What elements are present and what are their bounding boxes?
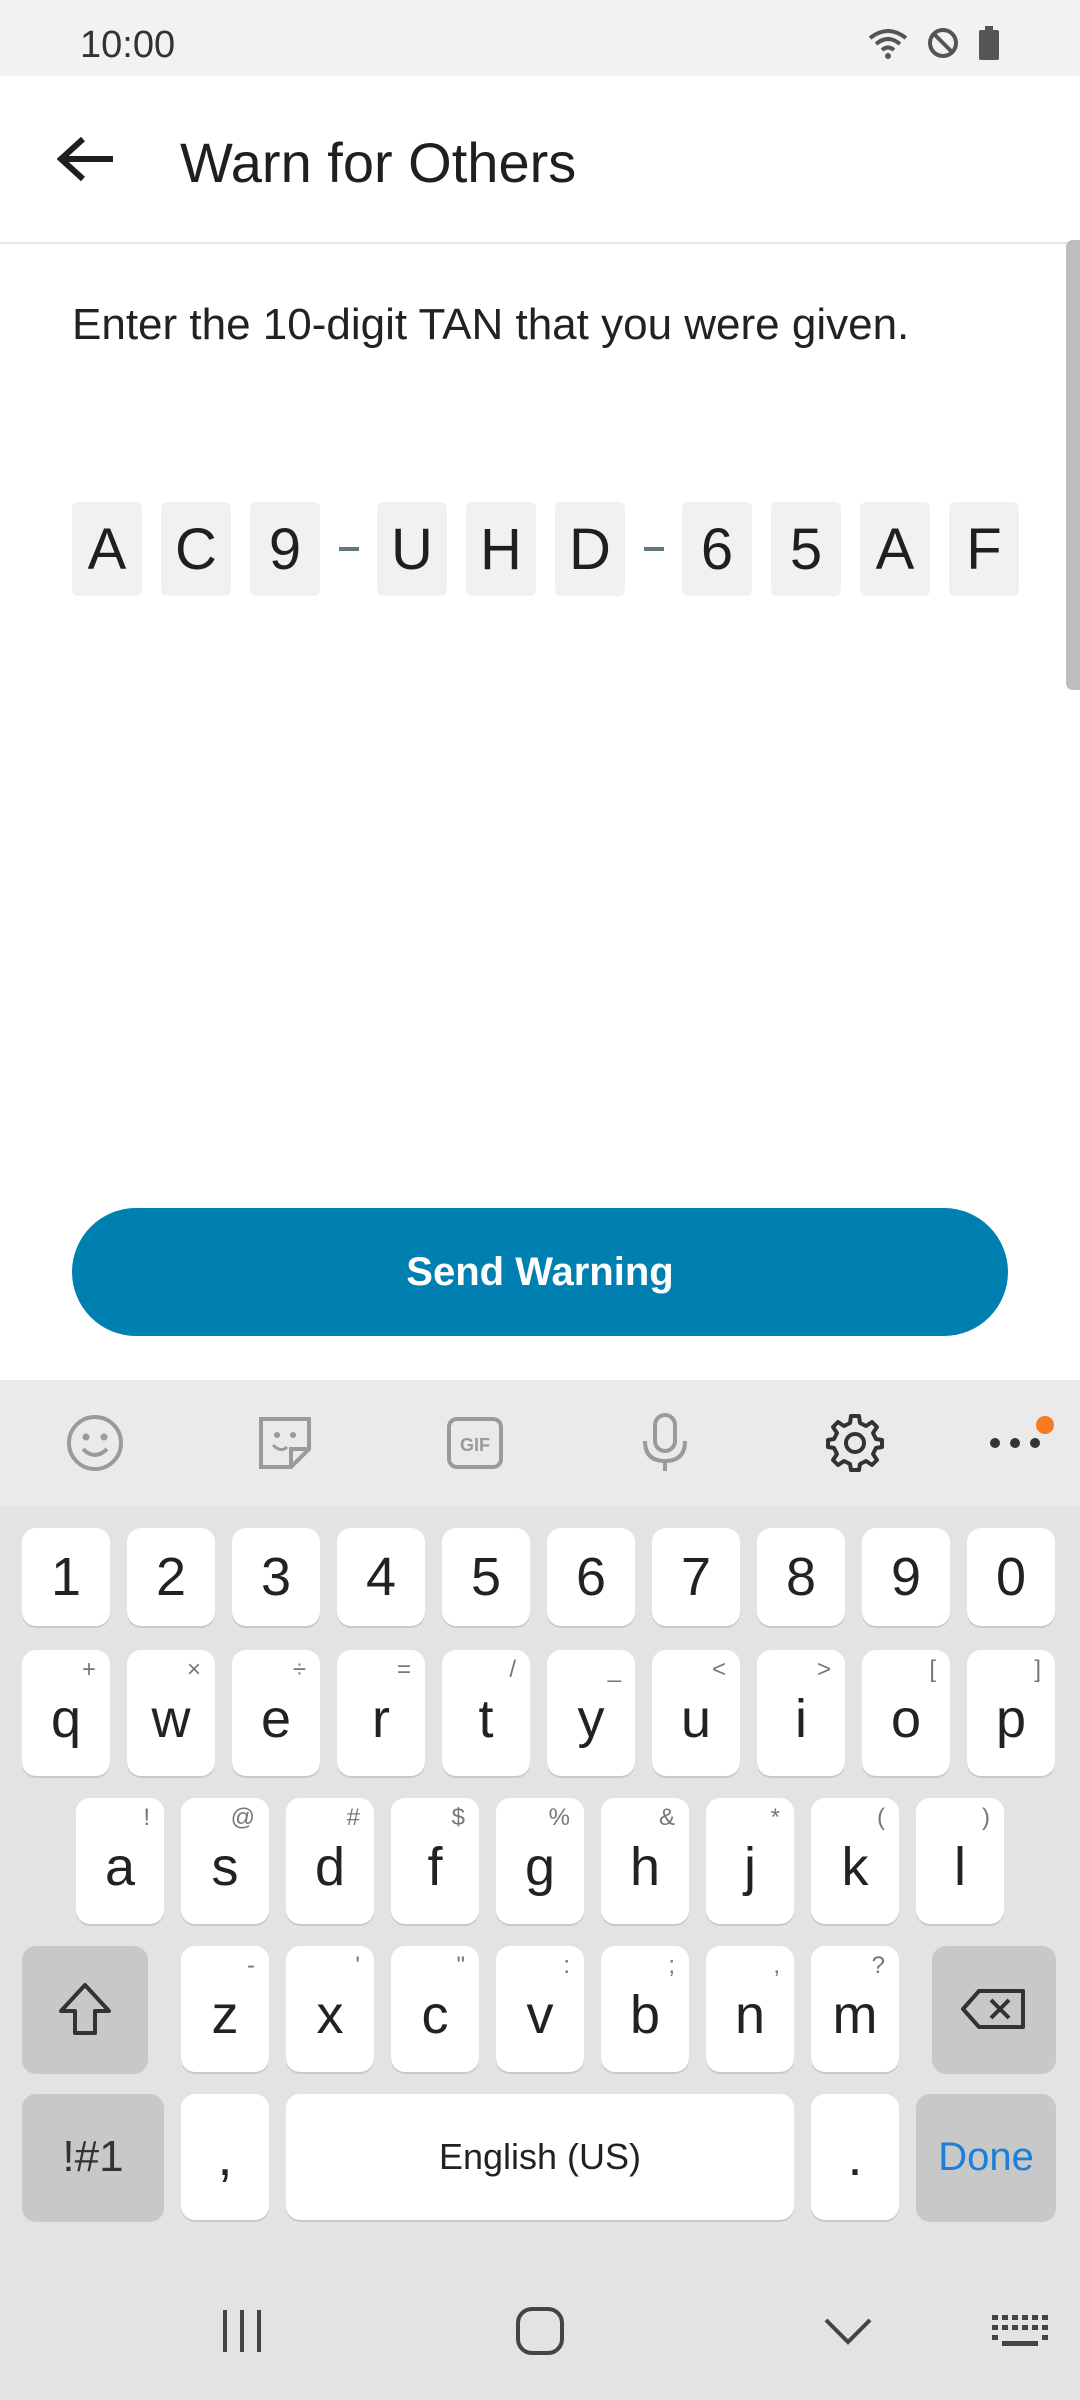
backspace-key[interactable]: [932, 1946, 1056, 2072]
do-not-disturb-icon: [928, 28, 958, 58]
key-5[interactable]: 5: [442, 1528, 530, 1626]
symbols-key[interactable]: !#1: [22, 2094, 164, 2220]
sticker-icon[interactable]: [250, 1408, 320, 1478]
tan-char-7[interactable]: 6: [682, 502, 752, 596]
tan-char-2[interactable]: C: [161, 502, 231, 596]
key-n[interactable]: ,n: [706, 1946, 794, 2072]
tan-char-3[interactable]: 9: [250, 502, 320, 596]
tan-char-1[interactable]: A: [72, 502, 142, 596]
status-bar: 10:00: [0, 0, 1080, 76]
key-3[interactable]: 3: [232, 1528, 320, 1626]
done-key[interactable]: Done: [916, 2094, 1056, 2220]
key-e[interactable]: ÷ e: [232, 1650, 320, 1776]
key-h[interactable]: & h: [601, 1798, 689, 1924]
key-u[interactable]: < u: [652, 1650, 740, 1776]
key-6[interactable]: 6: [547, 1528, 635, 1626]
key-d[interactable]: # d: [286, 1798, 374, 1924]
backspace-icon: [961, 1989, 1025, 2029]
comma-key[interactable]: ,: [181, 2094, 269, 2220]
chevron-down-icon: [824, 2318, 872, 2345]
key-l[interactable]: ) l: [916, 1798, 1004, 1924]
key-y[interactable]: _ y: [547, 1650, 635, 1776]
key-7[interactable]: 7: [652, 1528, 740, 1626]
send-warning-button[interactable]: Send Warning: [72, 1208, 1008, 1336]
key-j[interactable]: * j: [706, 1798, 794, 1924]
period-key[interactable]: .: [811, 2094, 899, 2220]
keyboard-switch-button[interactable]: [980, 2296, 1060, 2366]
key-p[interactable]: ] p: [967, 1650, 1055, 1776]
shift-key[interactable]: [22, 1946, 148, 2072]
key-o[interactable]: [o: [862, 1650, 950, 1776]
key-w[interactable]: × w: [127, 1650, 215, 1776]
arrow-back-icon: [57, 136, 113, 182]
tan-char-6[interactable]: D: [555, 502, 625, 596]
key-k[interactable]: (k: [811, 1798, 899, 1924]
key-m[interactable]: ? m: [811, 1946, 899, 2072]
battery-icon: [979, 26, 999, 60]
emoji-icon[interactable]: [60, 1408, 130, 1478]
key-i[interactable]: > i: [757, 1650, 845, 1776]
scroll-indicator: [1066, 240, 1080, 690]
tan-input[interactable]: A C 9 U H D 6 5 A F: [72, 502, 1038, 596]
status-icons: [868, 26, 1000, 60]
key-r[interactable]: = r: [337, 1650, 425, 1776]
tan-char-8[interactable]: 5: [771, 502, 841, 596]
svg-text:GIF: GIF: [460, 1435, 490, 1455]
key-1[interactable]: 1: [22, 1528, 110, 1626]
key-t[interactable]: / t: [442, 1650, 530, 1776]
settings-icon[interactable]: [820, 1408, 890, 1478]
navigation-bar: [0, 2260, 1080, 2400]
key-8[interactable]: 8: [757, 1528, 845, 1626]
tan-char-4[interactable]: U: [377, 502, 447, 596]
recent-apps-button[interactable]: [202, 2296, 282, 2366]
recent-apps-icon: [223, 2310, 261, 2352]
key-2[interactable]: 2: [127, 1528, 215, 1626]
key-c[interactable]: " c: [391, 1946, 479, 2072]
notification-dot: [1036, 1416, 1054, 1434]
app-bar: Warn for Others: [0, 76, 1080, 244]
back-button[interactable]: [44, 116, 130, 202]
tan-prompt: Enter the 10-digit TAN that you were giv…: [72, 300, 910, 349]
key-b[interactable]: ; b: [601, 1946, 689, 2072]
tan-char-5[interactable]: H: [466, 502, 536, 596]
microphone-icon[interactable]: [630, 1408, 700, 1478]
key-v[interactable]: :v: [496, 1946, 584, 2072]
key-g[interactable]: % g: [496, 1798, 584, 1924]
wifi-icon: [868, 29, 908, 59]
key-a[interactable]: ! a: [76, 1798, 164, 1924]
keyboard-toolbar: GIF: [0, 1380, 1080, 1506]
keyboard-icon: [992, 2315, 1048, 2346]
key-q[interactable]: + q: [22, 1650, 110, 1776]
home-icon: [516, 2307, 564, 2355]
hide-keyboard-button[interactable]: [808, 2296, 888, 2366]
tan-separator: [339, 547, 359, 551]
key-4[interactable]: 4: [337, 1528, 425, 1626]
shift-icon: [59, 1983, 111, 2035]
key-s[interactable]: @ s: [181, 1798, 269, 1924]
gif-icon[interactable]: GIF: [440, 1408, 510, 1478]
key-9[interactable]: 9: [862, 1528, 950, 1626]
key-x[interactable]: ' x: [286, 1946, 374, 2072]
page-title: Warn for Others: [180, 131, 577, 194]
keyboard: GIF 1 2 3 4 5 6 7 8 9 0 + q × w ÷ e = r …: [0, 1380, 1080, 2400]
key-0[interactable]: 0: [967, 1528, 1055, 1626]
status-time: 10:00: [80, 24, 176, 66]
key-z[interactable]: -z: [181, 1946, 269, 2072]
home-button[interactable]: [500, 2296, 580, 2366]
tan-separator: [644, 547, 664, 551]
tan-char-9[interactable]: A: [860, 502, 930, 596]
key-f[interactable]: $ f: [391, 1798, 479, 1924]
tan-char-10[interactable]: F: [949, 502, 1019, 596]
space-key[interactable]: English (US): [286, 2094, 794, 2220]
